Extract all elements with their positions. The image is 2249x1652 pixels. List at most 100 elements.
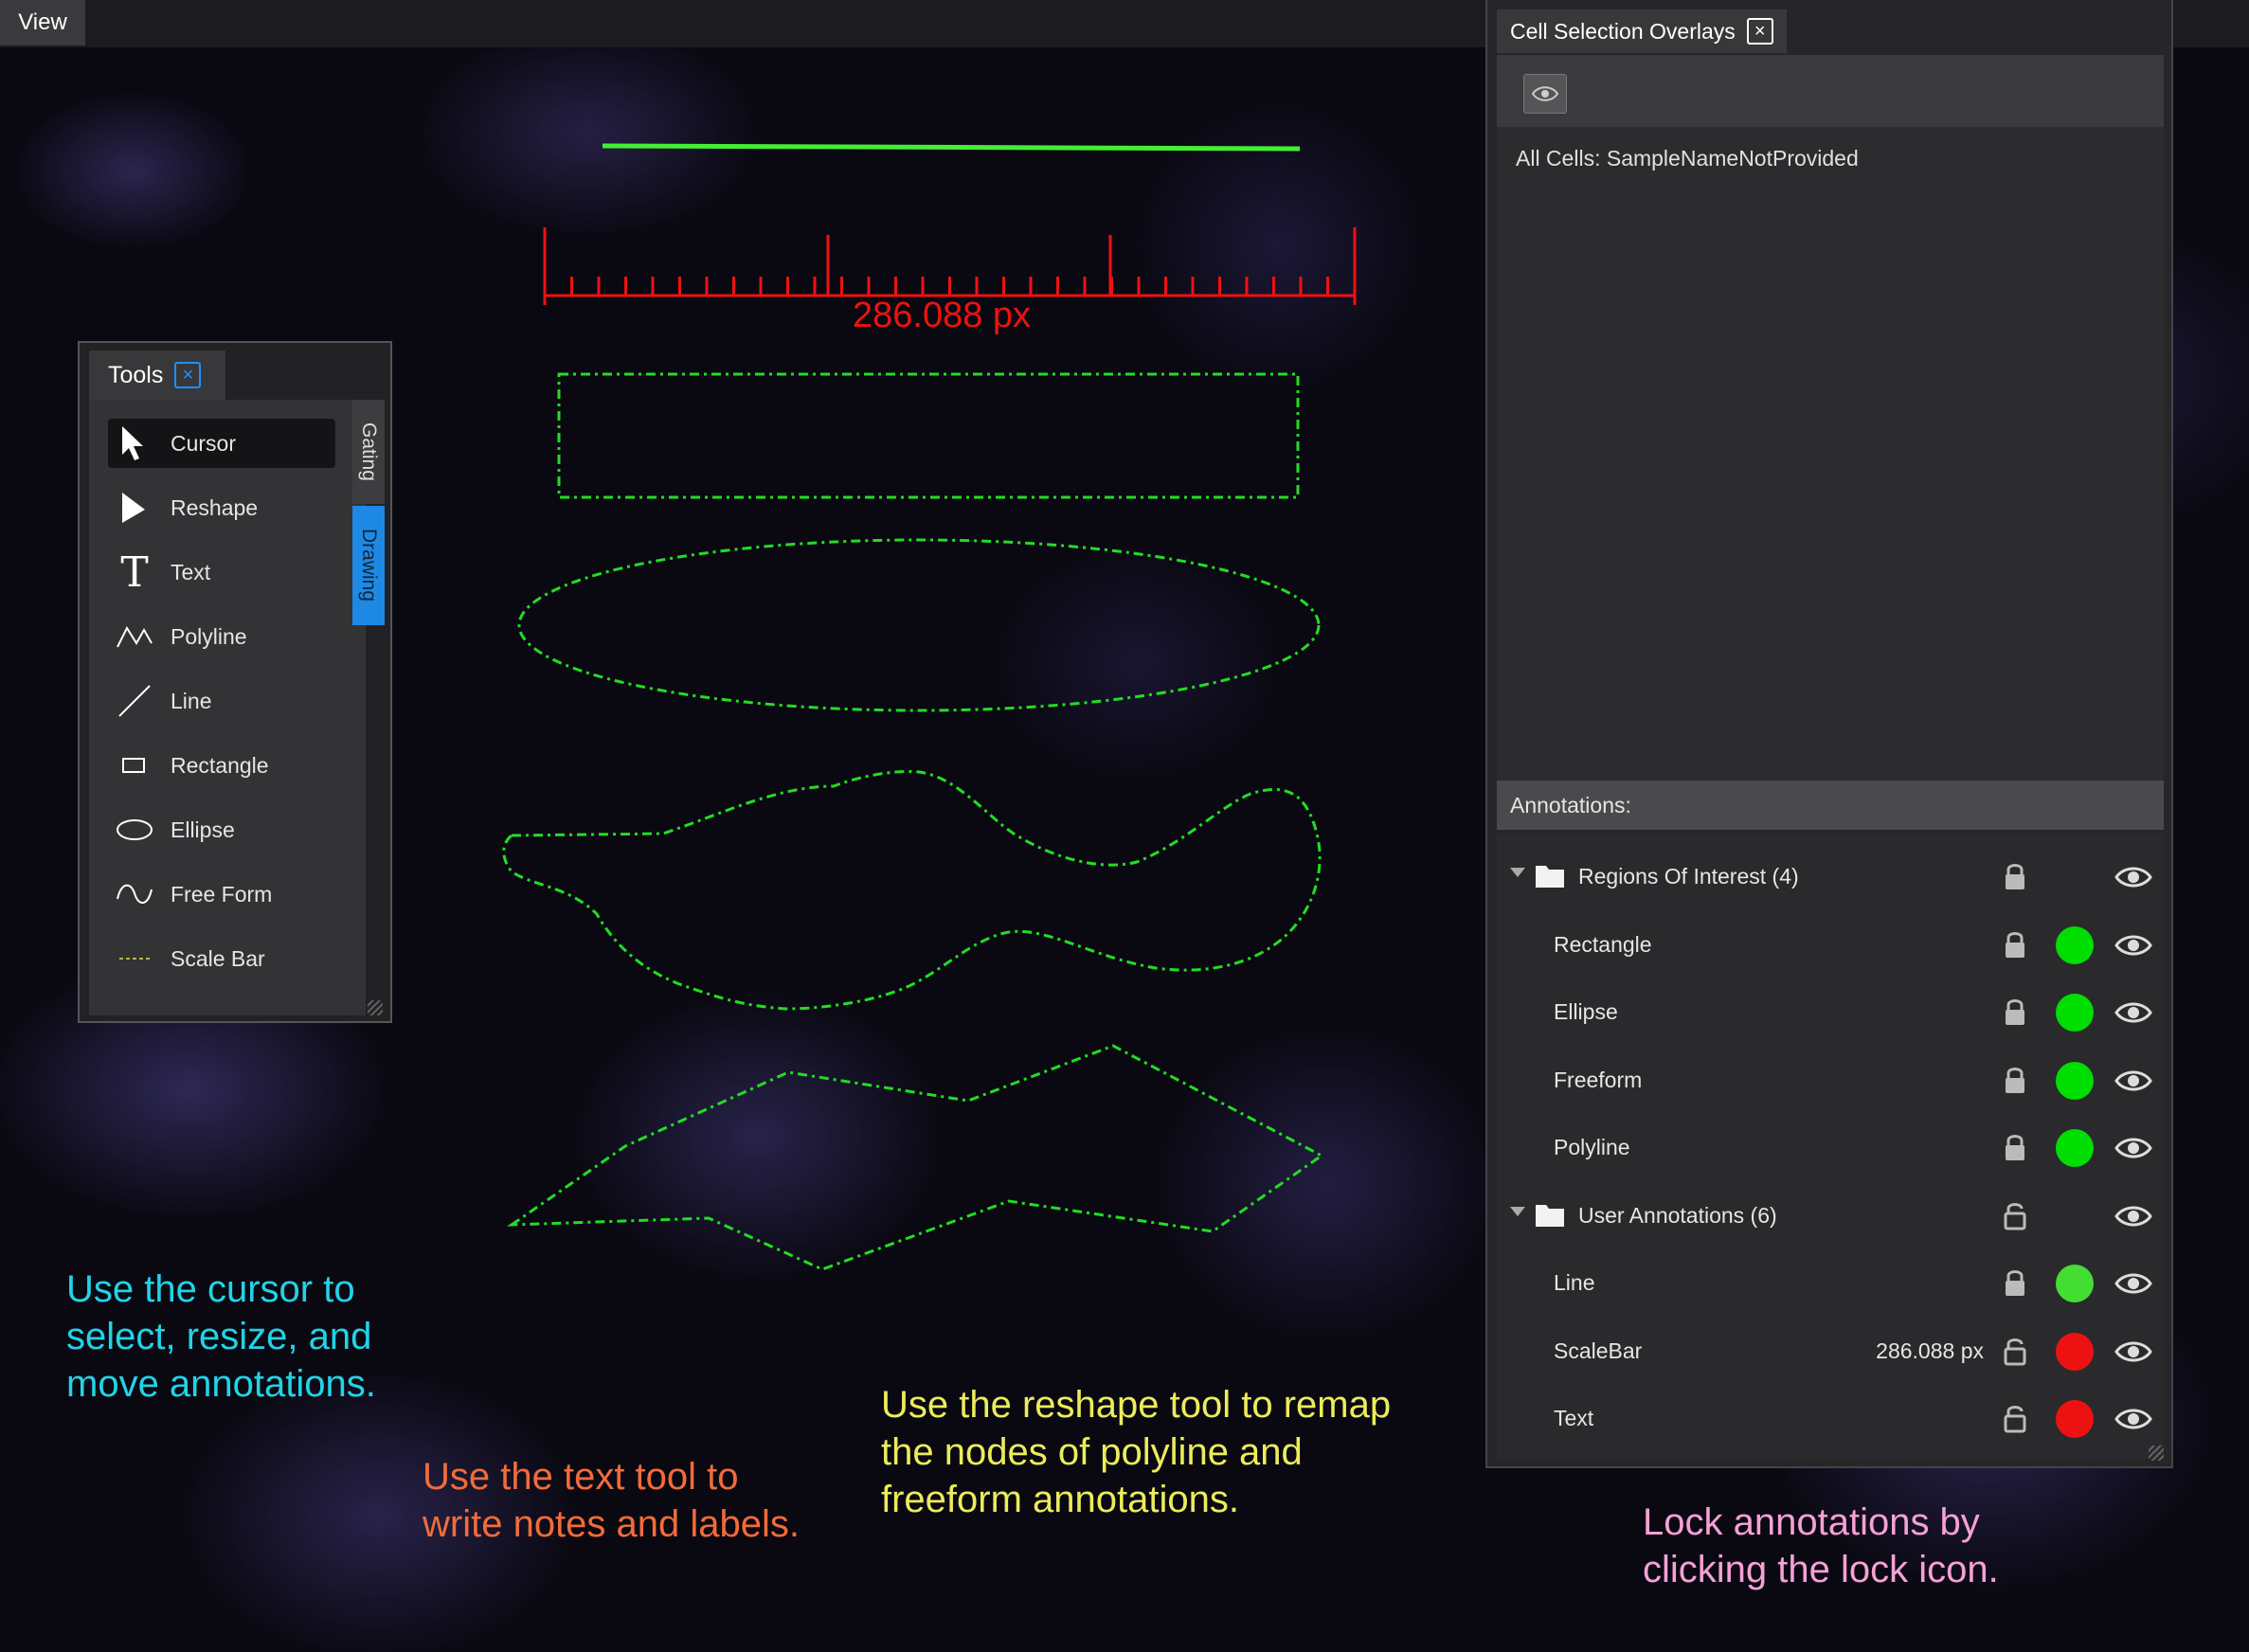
tool-label: Line (171, 688, 212, 713)
lock-icon[interactable] (2001, 1131, 2029, 1163)
annotation-item-row[interactable]: Ellipse (1497, 980, 2164, 1047)
annotation-item-row[interactable]: Rectangle (1497, 913, 2164, 979)
color-swatch[interactable] (2056, 1400, 2094, 1438)
eye-icon[interactable] (2114, 1270, 2152, 1297)
color-swatch[interactable] (2056, 1061, 2094, 1100)
tool-label: Rectangle (171, 752, 269, 778)
folder-icon (1536, 1204, 1564, 1227)
freeform-annotation (502, 769, 1322, 1011)
callout-line: Lock annotations by (1643, 1501, 1980, 1543)
annotation-label: User Annotations (6) (1578, 1202, 1777, 1228)
eye-icon[interactable] (2114, 999, 2152, 1026)
ellipse-annotation (517, 538, 1321, 712)
lock-icon[interactable] (2001, 996, 2029, 1028)
polyline-icon (114, 616, 155, 657)
annotation-group-row[interactable]: Regions Of Interest (4) (1497, 845, 2164, 911)
tool-label: Cursor (171, 430, 237, 456)
tool-reshape[interactable]: Reshape (108, 483, 335, 532)
lock-icon[interactable] (2001, 1064, 2029, 1096)
tool-scalebar[interactable]: Scale Bar (108, 934, 335, 983)
reshape-arrow-icon (114, 487, 155, 529)
tool-rectangle[interactable]: Rectangle (108, 741, 335, 790)
eye-icon (1531, 86, 1559, 101)
annotation-label: Freeform (1554, 1067, 1643, 1092)
expand-caret-icon[interactable] (1510, 868, 1525, 877)
close-icon[interactable]: × (1746, 18, 1773, 45)
tab-drawing[interactable]: Drawing (352, 506, 385, 625)
cursor-callout: Use the cursor to select, resize, and mo… (66, 1266, 376, 1408)
annotation-label: Line (1554, 1270, 1595, 1295)
color-swatch[interactable] (2056, 1265, 2094, 1302)
callout-line: clicking the lock icon. (1643, 1549, 1999, 1590)
polyline-annotation (506, 1044, 1324, 1271)
annotation-label: Rectangle (1554, 931, 1652, 957)
tool-label: Scale Bar (171, 945, 265, 971)
tool-line[interactable]: Line (108, 676, 335, 726)
all-cells-item[interactable]: All Cells: SampleNameNotProvided (1516, 146, 1859, 171)
callout-line: move annotations. (66, 1363, 376, 1405)
annotation-item-row[interactable]: ScaleBar 286.088 px (1497, 1320, 2164, 1386)
resize-grip[interactable] (368, 1000, 383, 1015)
annotation-item-row[interactable]: Line (1497, 1251, 2164, 1318)
tool-text[interactable]: T Text (108, 548, 335, 597)
text-tool-callout: Use the text tool to write notes and lab… (423, 1453, 800, 1548)
line-icon (114, 680, 155, 722)
tool-polyline[interactable]: Polyline (108, 612, 335, 661)
ellipse-icon (114, 809, 155, 851)
eye-icon[interactable] (2114, 1406, 2152, 1432)
resize-grip[interactable] (2149, 1446, 2164, 1461)
lock-icon[interactable] (2001, 1266, 2029, 1299)
tools-panel: Tools × Cursor Reshape T Text Polyline L… (78, 341, 392, 1023)
toggle-visibility-button[interactable] (1523, 74, 1567, 114)
reshape-callout: Use the reshape tool to remap the nodes … (881, 1381, 1391, 1523)
lock-icon[interactable] (2001, 860, 2029, 892)
callout-line: Use the cursor to (66, 1268, 355, 1310)
tab-gating[interactable]: Gating (352, 400, 385, 504)
color-swatch[interactable] (2056, 1332, 2094, 1371)
callout-line: Use the text tool to (423, 1456, 739, 1498)
color-swatch[interactable] (2056, 925, 2094, 964)
scale-bar-label: 286.088 px (853, 296, 1032, 335)
eye-icon[interactable] (2114, 932, 2152, 959)
lock-icon[interactable] (2001, 1335, 2029, 1367)
freeform-icon (114, 873, 155, 915)
color-swatch[interactable] (2056, 1129, 2094, 1167)
cell-selection-overlays-panel: Cell Selection Overlays × All Cells: Sam… (1485, 0, 2173, 1468)
tool-label: Polyline (171, 623, 247, 649)
lock-icon[interactable] (2001, 1402, 2029, 1434)
expand-caret-icon[interactable] (1510, 1206, 1525, 1216)
overlays-tab[interactable]: Cell Selection Overlays × (1497, 9, 1787, 53)
overlays-toolbar (1497, 55, 2164, 127)
annotation-label: Ellipse (1554, 999, 1618, 1024)
view-menu[interactable]: View (0, 0, 85, 45)
annotation-label: Regions Of Interest (4) (1578, 864, 1799, 889)
annotation-item-row[interactable]: Freeform (1497, 1049, 2164, 1115)
annotation-value: 286.088 px (1876, 1338, 1984, 1363)
tool-cursor[interactable]: Cursor (108, 419, 335, 468)
lock-icon[interactable] (2001, 1199, 2029, 1231)
scalebar-icon (114, 938, 155, 979)
eye-icon[interactable] (2114, 864, 2152, 890)
annotation-label: Text (1554, 1406, 1594, 1430)
eye-icon[interactable] (2114, 1135, 2152, 1161)
lock-icon[interactable] (2001, 928, 2029, 961)
tool-freeform[interactable]: Free Form (108, 870, 335, 919)
annotation-item-row[interactable]: Text (1497, 1387, 2164, 1453)
color-swatch[interactable] (2056, 994, 2094, 1032)
tool-ellipse[interactable]: Ellipse (108, 805, 335, 854)
eye-icon[interactable] (2114, 1203, 2152, 1230)
annotation-label: ScaleBar (1554, 1338, 1643, 1363)
tool-label: Reshape (171, 494, 259, 520)
lock-callout: Lock annotations by clicking the lock ic… (1643, 1499, 1999, 1593)
tools-tab[interactable]: Tools × (89, 350, 225, 400)
scale-bar-annotation (543, 227, 1357, 305)
close-icon[interactable]: × (174, 362, 202, 388)
line-annotation (602, 143, 1301, 152)
tools-list: Cursor Reshape T Text Polyline Line Rect… (89, 400, 366, 1015)
eye-icon[interactable] (2114, 1068, 2152, 1094)
annotation-item-row[interactable]: Polyline (1497, 1116, 2164, 1182)
annotations-list: Regions Of Interest (4) Rectangle Ellipse F… (1497, 834, 2164, 1459)
callout-line: write notes and labels. (423, 1503, 801, 1545)
annotation-group-row[interactable]: User Annotations (6) (1497, 1184, 2164, 1250)
eye-icon[interactable] (2114, 1338, 2152, 1365)
